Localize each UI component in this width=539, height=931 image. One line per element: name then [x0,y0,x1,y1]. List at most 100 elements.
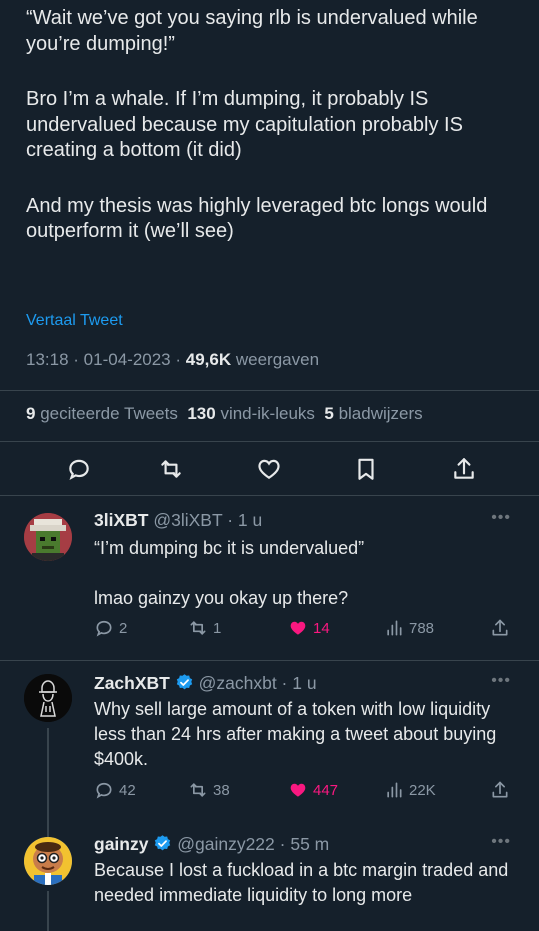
avatar[interactable] [24,513,72,561]
author-handle[interactable]: @3liXBT [153,510,222,530]
reply-actions: 2 1 14 788 [94,618,514,642]
tweet-detail-view: “Wait we’ve got you saying rlb is underv… [0,0,539,931]
reply-header: 3liXBT @3liXBT · 1 u [94,510,262,531]
reply-tweet[interactable]: gainzy @gainzy222 · 55 m ••• Because I l… [0,825,539,931]
more-options-icon[interactable]: ••• [491,672,511,690]
retweet-button[interactable]: 1 [188,618,221,638]
views-count: 788 [409,619,435,637]
reply-header: ZachXBT @zachxbt · 1 u [94,673,317,694]
reply-button[interactable]: 2 [94,618,127,638]
share-icon [492,619,508,636]
like-button[interactable] [256,456,282,482]
reply-header: gainzy @gainzy222 · 55 m [94,834,329,855]
bookmark-icon [358,458,374,480]
heart-filled-icon [290,621,306,635]
author-name[interactable]: gainzy [94,834,148,854]
like-button[interactable]: 14 [288,618,330,638]
share-button[interactable] [490,780,510,800]
bookmarks-stat[interactable]: 5 bladwijzers [324,404,422,423]
likes-label: vind-ik-leuks [220,404,315,423]
tweet-action-bar [0,452,539,486]
quotes-count: 9 [26,404,36,423]
reply-paragraph: Because I lost a fuckload in a btc margi… [94,860,509,905]
retweet-button[interactable]: 38 [188,780,230,800]
meta-separator: · [175,350,186,369]
views-label: weergaven [235,350,320,369]
verified-badge-icon [155,835,171,851]
reply-icon [96,782,112,799]
reply-text: Because I lost a fuckload in a btc margi… [94,858,509,908]
quotes-label: geciteerde Tweets [40,404,178,423]
tweet-time[interactable]: 13:18 [26,350,69,369]
reply-count: 2 [119,619,128,637]
views-button[interactable]: 22K [384,780,436,800]
author-handle[interactable]: @gainzy222 [177,834,275,854]
retweet-count: 1 [213,619,222,637]
author-name[interactable]: 3liXBT [94,510,148,530]
author-name[interactable]: ZachXBT [94,673,170,693]
retweet-icon [190,783,206,797]
reply-actions: 42 38 447 22K [94,780,514,804]
retweet-icon [190,621,206,635]
analytics-icon [387,620,402,636]
views-count: 22K [409,781,436,799]
post-time[interactable]: 55 m [290,834,329,854]
retweet-count: 38 [213,781,230,799]
reply-text: “I’m dumping bc it is undervalued” lmao … [94,536,509,611]
avatar[interactable] [24,674,72,722]
tweet-text: “Wait we’ve got you saying rlb is underv… [26,6,526,245]
thread-line [47,825,49,837]
tweet-paragraph: “Wait we’ve got you saying rlb is underv… [26,7,478,55]
like-count: 14 [313,619,330,637]
tweet-meta: 13:18 · 01-04-2023 · 49,6K weergaven [26,350,319,370]
share-button[interactable] [490,618,510,638]
heart-filled-icon [290,783,306,797]
bookmarks-label: bladwijzers [338,404,423,423]
reply-tweet[interactable]: 3liXBT @3liXBT · 1 u ••• “I’m dumping bc… [0,495,539,660]
reply-button[interactable]: 42 [94,780,136,800]
heart-icon [258,459,280,479]
thread-line [47,891,49,931]
reply-button[interactable] [66,456,92,482]
post-time[interactable]: 1 u [292,673,316,693]
avatar[interactable] [24,837,72,885]
divider [0,390,539,391]
more-options-icon[interactable]: ••• [491,833,511,851]
dot-separator: · [222,510,238,530]
divider [0,441,539,442]
thread-line [47,728,49,825]
likes-stat[interactable]: 130 vind-ik-leuks [187,404,315,423]
detective-sketch-avatar-icon [24,674,72,722]
tweet-paragraph: Bro I’m a whale. If I’m dumping, it prob… [26,88,463,161]
verified-badge-icon [176,674,192,690]
share-button[interactable] [451,456,477,482]
dot-separator: · [274,834,291,854]
reply-count: 42 [119,781,136,799]
likes-count: 130 [187,404,216,423]
dot-separator: · [276,673,293,693]
pixel-art-avatar-icon [24,513,72,561]
views-button[interactable]: 788 [384,618,434,638]
retweet-icon [161,460,181,478]
retweet-button[interactable] [158,456,184,482]
analytics-icon [387,782,402,798]
tweet-paragraph: And my thesis was highly leveraged btc l… [26,194,488,243]
translate-tweet-link[interactable]: Vertaal Tweet [26,312,123,330]
bookmark-button[interactable] [353,456,379,482]
share-icon [492,781,508,798]
post-time[interactable]: 1 u [238,510,262,530]
reply-paragraph: Why sell large amount of a token with lo… [94,699,497,769]
reply-text: Why sell large amount of a token with lo… [94,697,509,772]
quotes-stat[interactable]: 9 geciteerde Tweets [26,404,178,423]
cartoon-man-avatar-icon [24,837,72,885]
views-count: 49,6K [185,350,232,369]
tweet-date[interactable]: 01-04-2023 [84,350,171,369]
reply-paragraph: “I’m dumping bc it is undervalued” [94,538,365,558]
more-options-icon[interactable]: ••• [491,509,511,527]
like-button[interactable]: 447 [288,780,338,800]
reply-icon [96,620,112,637]
author-handle[interactable]: @zachxbt [199,673,277,693]
reply-icon [69,459,89,480]
reply-tweet[interactable]: ZachXBT @zachxbt · 1 u ••• Why sell larg… [0,660,539,825]
bookmarks-count: 5 [324,404,334,423]
